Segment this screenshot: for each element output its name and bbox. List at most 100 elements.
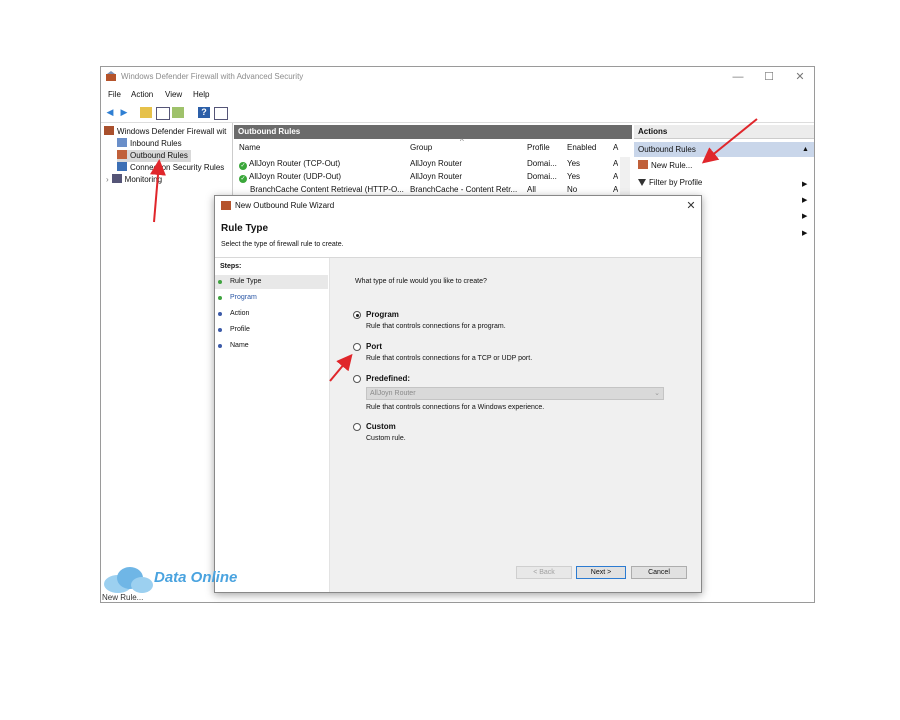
new-rule-icon xyxy=(638,160,648,169)
port-option-desc: Rule that controls connections for a TCP… xyxy=(366,355,533,362)
menu-action[interactable]: Action xyxy=(131,90,153,99)
step-dot xyxy=(218,312,222,316)
port-radio[interactable] xyxy=(353,343,361,351)
rule-name: ✓ AllJoyn Router (TCP-Out) xyxy=(239,159,341,170)
toolbar: ◀ ▶ ? xyxy=(101,104,814,123)
program-option-label[interactable]: Program xyxy=(366,310,399,319)
chevron-down-icon: ⌄ xyxy=(654,390,660,397)
step-name: Name xyxy=(215,339,328,353)
up-folder-icon[interactable] xyxy=(140,107,152,118)
cloud-logo-icon xyxy=(100,564,154,596)
rule-enabled: Yes xyxy=(567,159,581,168)
help-icon[interactable]: ? xyxy=(198,107,210,118)
actions-header: Actions xyxy=(634,125,814,139)
back-button[interactable]: < Back xyxy=(516,566,572,579)
wizard-app-icon xyxy=(221,201,231,210)
menu-help[interactable]: Help xyxy=(193,90,209,99)
tree-root[interactable]: Windows Defender Firewall wit xyxy=(104,126,226,138)
step-action: Action xyxy=(215,307,328,321)
step-rule-type: Rule Type xyxy=(215,275,328,289)
outbound-panel-header: Outbound Rules xyxy=(234,125,632,139)
collapse-arrow-icon[interactable]: ▲ xyxy=(802,142,809,157)
predefined-select[interactable]: AllJoyn Router ⌄ xyxy=(366,387,664,400)
enabled-check-icon: ✓ xyxy=(239,175,247,183)
column-header-group[interactable]: Group xyxy=(410,142,432,154)
show-hide-action-pane-icon[interactable] xyxy=(214,107,228,120)
predefined-option-label[interactable]: Predefined: xyxy=(366,374,410,383)
title-bar: Windows Defender Firewall with Advanced … xyxy=(101,67,814,87)
menu-view[interactable]: View xyxy=(165,90,182,99)
column-header-a[interactable]: A xyxy=(613,142,618,154)
show-hide-tree-icon[interactable] xyxy=(156,107,170,120)
wizard-steps: Steps: Rule Type Program Action Profile … xyxy=(215,258,330,592)
tree-item-inbound-rules[interactable]: Inbound Rules xyxy=(117,138,182,150)
tree-item-monitoring[interactable]: › Monitoring xyxy=(106,174,162,186)
next-button[interactable]: Next > xyxy=(576,566,626,579)
menu-file[interactable]: File xyxy=(108,90,121,99)
monitoring-icon xyxy=(111,174,122,183)
table-row[interactable]: ✓ AllJoyn Router (TCP-Out) AllJoyn Router… xyxy=(234,157,632,170)
wizard-heading: Rule Type xyxy=(221,223,269,234)
predefined-radio[interactable] xyxy=(353,375,361,383)
menu-bar: File Action View Help xyxy=(101,88,814,103)
step-profile: Profile xyxy=(215,323,328,337)
step-dot xyxy=(218,328,222,332)
step-dot xyxy=(218,344,222,348)
port-option-label[interactable]: Port xyxy=(366,342,382,351)
rule-enabled: Yes xyxy=(567,172,581,181)
expand-chevron-icon[interactable]: › xyxy=(106,175,109,184)
column-header-profile[interactable]: Profile xyxy=(527,142,550,154)
sort-caret-icon: ^ xyxy=(460,137,464,146)
rule-profile: Domai... xyxy=(527,159,557,168)
filter-icon xyxy=(638,179,646,186)
window-title: Windows Defender Firewall with Advanced … xyxy=(121,72,304,81)
new-outbound-rule-wizard: New Outbound Rule Wizard ✕ Rule Type Sel… xyxy=(214,195,702,593)
tree-item-outbound-rules[interactable]: Outbound Rules xyxy=(117,150,191,162)
tree-item-connection-security-rules[interactable]: Connection Security Rules xyxy=(117,162,224,174)
step-dot xyxy=(218,280,222,284)
close-button[interactable]: ✕ xyxy=(788,69,812,85)
wizard-subtitle: Select the type of firewall rule to crea… xyxy=(221,241,344,248)
program-radio[interactable] xyxy=(353,311,361,319)
submenu-arrow-icon: ▶ xyxy=(802,197,808,204)
rule-name: ✓ AllJoyn Router (UDP-Out) xyxy=(239,172,342,183)
actions-section-outbound-rules[interactable]: Outbound Rules ▲ xyxy=(634,142,814,157)
wizard-content: What type of rule would you like to crea… xyxy=(330,258,701,592)
column-header-name[interactable]: Name xyxy=(239,142,260,154)
firewall-app-icon xyxy=(106,71,116,81)
watermark-text: Data Online xyxy=(154,569,238,586)
connection-security-icon xyxy=(117,162,127,171)
cancel-button[interactable]: Cancel xyxy=(631,566,687,579)
submenu-arrow-icon: ▶ xyxy=(802,181,808,188)
step-program: Program xyxy=(215,291,328,305)
custom-option-label[interactable]: Custom xyxy=(366,422,396,431)
minimize-button[interactable]: — xyxy=(726,69,750,85)
outbound-rules-icon xyxy=(117,150,127,159)
rule-profile: Domai... xyxy=(527,172,557,181)
rule-group: AllJoyn Router xyxy=(410,172,463,181)
wizard-close-icon[interactable]: ✕ xyxy=(685,199,697,212)
firewall-icon xyxy=(104,126,114,135)
rule-action: A xyxy=(613,159,619,168)
table-row[interactable]: ✓ AllJoyn Router (UDP-Out) AllJoyn Router… xyxy=(234,170,632,183)
filter-by-profile-action[interactable]: Filter by Profile xyxy=(638,176,702,190)
step-dot xyxy=(218,296,222,300)
enabled-check-icon: ✓ xyxy=(239,162,247,170)
predefined-option-desc: Rule that controls connections for a Win… xyxy=(366,404,545,411)
watermark: Data Online xyxy=(100,564,250,596)
column-header-enabled[interactable]: Enabled xyxy=(567,142,596,154)
back-arrow-icon[interactable]: ◀ xyxy=(104,107,116,118)
wizard-title: New Outbound Rule Wizard xyxy=(235,201,335,210)
inbound-rules-icon xyxy=(117,138,127,147)
forward-arrow-icon[interactable]: ▶ xyxy=(118,107,130,118)
rule-type-question: What type of rule would you like to crea… xyxy=(355,278,487,285)
maximize-button[interactable]: ☐ xyxy=(757,69,781,85)
rule-group: AllJoyn Router xyxy=(410,159,463,168)
custom-radio[interactable] xyxy=(353,423,361,431)
outbound-rules-panel: Outbound Rules Name ^ Group Profile Enab… xyxy=(234,123,632,203)
rule-action: A xyxy=(613,172,619,181)
new-rule-action[interactable]: New Rule... xyxy=(638,159,692,173)
export-list-icon[interactable] xyxy=(172,107,184,118)
submenu-arrow-icon: ▶ xyxy=(802,213,808,220)
steps-label: Steps: xyxy=(220,263,242,270)
